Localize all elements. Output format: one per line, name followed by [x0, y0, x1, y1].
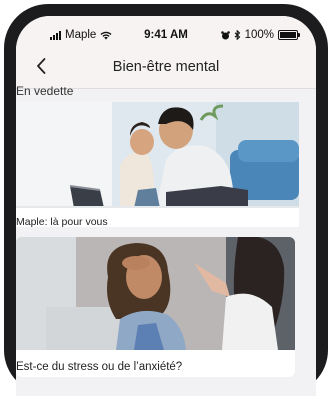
status-right: 100%	[220, 29, 300, 41]
page-title: Bien-être mental	[112, 59, 220, 75]
status-bar: Maple 9:41 AM 100%	[16, 16, 316, 46]
article-title: Est-ce du stress ou de l’anxiété?	[16, 361, 183, 373]
navigation-bar: Bien-être mental	[16, 46, 316, 89]
section-featured-label: En vedette	[16, 84, 74, 98]
article-card-stress-anxiety[interactable]: Est-ce du stress ou de l’anxiété?	[16, 237, 295, 377]
battery-percentage: 100%	[244, 29, 274, 41]
alarm-icon	[220, 30, 230, 39]
bluetooth-icon	[234, 30, 240, 40]
article-title: Maple: là pour vous	[16, 216, 108, 227]
article-thumbnail-stressed-woman	[16, 237, 295, 350]
battery-icon	[278, 30, 300, 40]
article-thumbnail-father-child-laptop	[16, 102, 299, 208]
article-card-maple[interactable]: Maple: là pour vous	[16, 102, 299, 227]
